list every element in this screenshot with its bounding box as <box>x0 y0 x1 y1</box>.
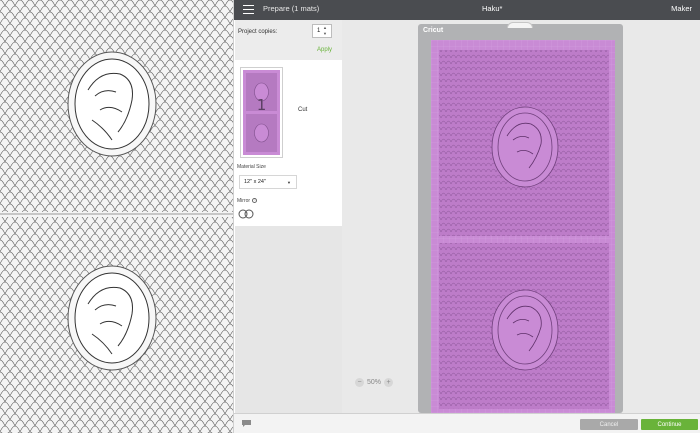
material-size-label: Material Size <box>237 164 266 170</box>
project-copies-section: Project copies: 1 ▲ ▼ Apply <box>235 20 342 60</box>
mirror-toggle[interactable] <box>238 209 254 219</box>
dragon-medallion-bottom <box>67 265 157 371</box>
machine-name[interactable]: Maker <box>671 4 692 13</box>
material-size-select[interactable]: 12" x 24" ▼ <box>239 175 297 189</box>
dragon-medallion-top <box>67 51 157 157</box>
apply-button[interactable]: Apply <box>317 47 332 53</box>
project-copies-input[interactable]: 1 <box>312 24 332 38</box>
cancel-button[interactable]: Cancel <box>580 419 638 430</box>
top-bar: Prepare (1 mats) Haku* Maker <box>234 0 700 20</box>
mirror-label: Mirror i <box>237 198 258 204</box>
mat-notch <box>507 22 533 28</box>
mat-surface[interactable] <box>431 40 615 413</box>
info-icon[interactable]: i <box>252 198 258 204</box>
zoom-level: 50% <box>367 378 382 386</box>
copies-stepper[interactable]: ▲ ▼ <box>323 25 329 37</box>
mat-thumbnail[interactable]: 1 <box>240 67 283 158</box>
cricut-logo: Cricut <box>423 27 444 34</box>
mat-panel: Project copies: 1 ▲ ▼ Apply 1 Cut Materi… <box>235 20 342 413</box>
dragon-medallion-mat-bottom <box>491 289 559 371</box>
mat-cut-label: Cut <box>298 107 308 113</box>
lace-pattern-image <box>0 0 233 433</box>
dragon-medallion-mat-top <box>491 106 559 188</box>
panel-empty-area <box>235 226 342 413</box>
zoom-control: − 50% + <box>355 376 394 388</box>
reference-image-panel <box>0 0 234 433</box>
caret-down-icon: ▼ <box>287 180 291 185</box>
zoom-out-icon[interactable]: − <box>355 377 364 387</box>
prepare-title: Prepare (1 mats) <box>263 4 320 13</box>
zoom-in-icon[interactable]: + <box>384 377 394 387</box>
mat-canvas: Cricut − 50% + <box>342 20 700 413</box>
mat-number: 1 <box>256 96 267 114</box>
chat-bubble-icon[interactable] <box>241 419 252 428</box>
project-copies-label: Project copies: <box>238 29 278 35</box>
hamburger-menu-icon[interactable] <box>243 5 254 15</box>
chevron-down-icon[interactable]: ▼ <box>323 31 329 37</box>
mat-design-preview <box>431 40 615 413</box>
bottom-bar: Cancel Continue <box>234 413 700 433</box>
project-name: Haku* <box>482 4 503 13</box>
cutting-mat: Cricut <box>418 22 623 413</box>
mirror-label-text: Mirror <box>237 198 251 204</box>
continue-button[interactable]: Continue <box>641 419 698 430</box>
material-size-value: 12" x 24" <box>244 179 266 185</box>
